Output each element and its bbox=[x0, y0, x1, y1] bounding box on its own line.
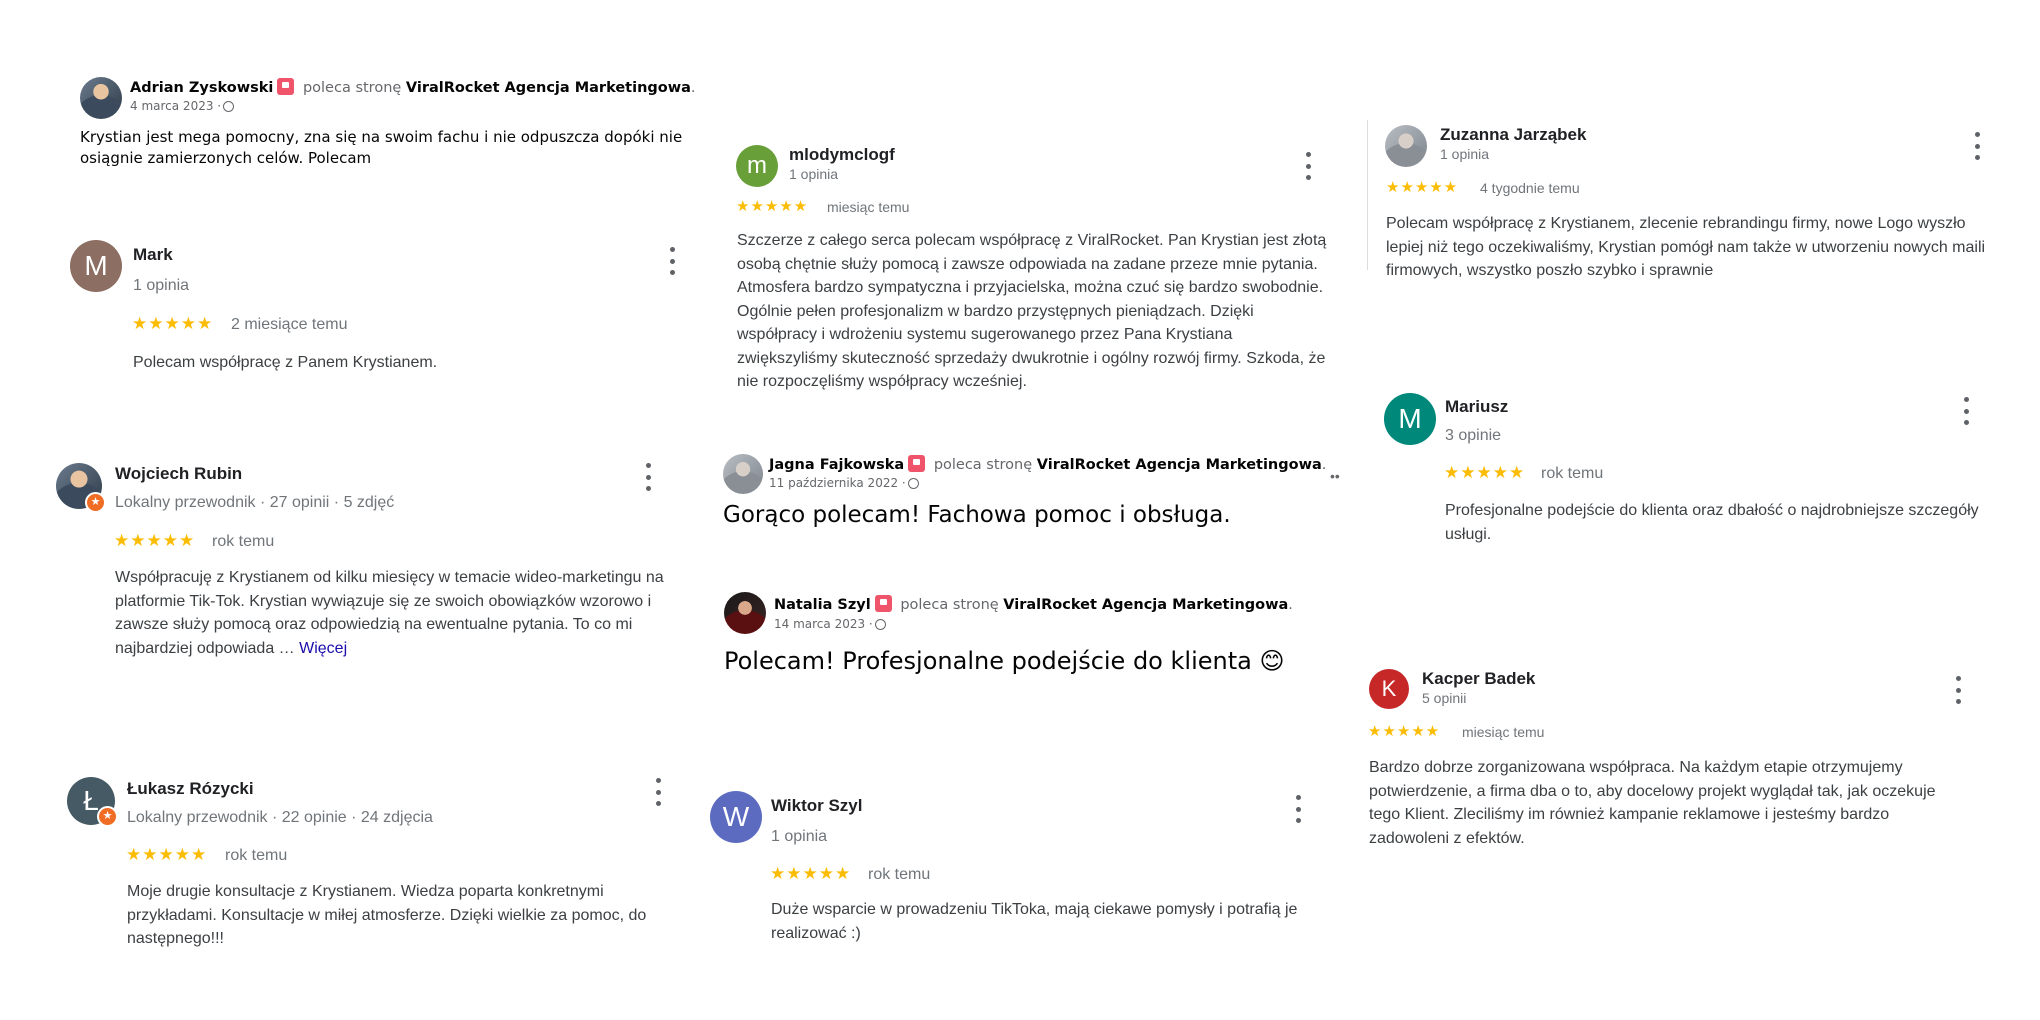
recommend-icon bbox=[874, 595, 892, 612]
avatar[interactable]: m bbox=[736, 145, 778, 187]
more-options-icon[interactable] bbox=[648, 778, 668, 806]
globe-icon bbox=[907, 478, 919, 489]
divider bbox=[1367, 120, 1368, 270]
review-text: Moje drugie konsultacje z Krystianem. Wi… bbox=[127, 883, 647, 947]
reviewer-meta: Lokalny przewodnik · 27 opinii · 5 zdjęć bbox=[115, 494, 395, 511]
reviewer-name[interactable]: Mariusz bbox=[1445, 397, 1508, 417]
star-rating: ★★★★★ bbox=[736, 198, 809, 215]
reviewer-name[interactable]: Łukasz Rózycki bbox=[127, 779, 254, 799]
review-count: 5 opinii bbox=[1422, 690, 1467, 706]
action-text: poleca stronę bbox=[302, 80, 402, 96]
review-time: 2 miesiące temu bbox=[231, 316, 348, 333]
star-rating: ★★★★★ bbox=[126, 845, 208, 864]
review-text: Polecam! Profesjonalne podejście do klie… bbox=[724, 647, 1285, 675]
reviewer-name[interactable]: Adrian Zyskowski bbox=[130, 80, 273, 96]
avatar[interactable] bbox=[723, 454, 763, 494]
reviewer-name[interactable]: Wojciech Rubin bbox=[115, 464, 242, 484]
reviewer-name[interactable]: Kacper Badek bbox=[1422, 669, 1535, 689]
avatar[interactable]: M bbox=[70, 240, 122, 292]
avatar[interactable]: K bbox=[1369, 669, 1409, 709]
page-link[interactable]: ViralRocket Agencja Marketingowa bbox=[1037, 457, 1322, 473]
globe-icon bbox=[223, 101, 235, 112]
review-text: Szczerze z całego serca polecam współpra… bbox=[737, 232, 1327, 390]
local-guide-badge-icon: ★ bbox=[85, 492, 106, 513]
recommend-icon bbox=[277, 78, 295, 95]
review-text: Gorąco polecam! Fachowa pomoc i obsługa. bbox=[723, 502, 1231, 528]
more-options-icon[interactable] bbox=[1948, 676, 1968, 704]
more-options-icon[interactable]: •• bbox=[1330, 468, 1340, 484]
review-time: rok temu bbox=[212, 533, 275, 550]
action-text: poleca stronę bbox=[933, 457, 1033, 473]
reviewer-name[interactable]: Wiktor Szyl bbox=[771, 796, 862, 816]
review-date[interactable]: 4 marca 2023 · bbox=[130, 99, 221, 113]
review-time: 4 tygodnie temu bbox=[1480, 180, 1580, 196]
review-text: Profesjonalne podejście do klienta oraz … bbox=[1445, 502, 1979, 543]
review-date[interactable]: 11 października 2022 · bbox=[769, 476, 906, 490]
show-more-link[interactable]: Więcej bbox=[299, 640, 347, 657]
reviewer-name[interactable]: mlodymclogf bbox=[789, 145, 895, 165]
reviewer-name[interactable]: Jagna Fajkowska bbox=[769, 457, 904, 473]
review-count: 3 opinie bbox=[1445, 427, 1502, 444]
reviewer-name[interactable]: Mark bbox=[133, 245, 173, 265]
avatar[interactable]: M bbox=[1384, 393, 1436, 445]
review-count: 1 opinia bbox=[771, 828, 828, 845]
review-text: Polecam współpracę z Panem Krystianem. bbox=[133, 354, 438, 371]
star-rating: ★★★★★ bbox=[1444, 463, 1526, 482]
review-count: 1 opinia bbox=[789, 166, 839, 182]
star-rating: ★★★★★ bbox=[770, 864, 852, 883]
review-time: rok temu bbox=[225, 847, 288, 864]
review-text: Duże wsparcie w prowadzeniu TikToka, maj… bbox=[771, 901, 1298, 942]
review-time: miesiąc temu bbox=[1462, 724, 1545, 740]
review-text: Współpracuję z Krystianem od kilku miesi… bbox=[115, 569, 664, 657]
action-text: poleca stronę bbox=[900, 597, 999, 613]
avatar[interactable] bbox=[80, 77, 122, 119]
avatar[interactable] bbox=[1385, 125, 1427, 167]
reviewer-name[interactable]: Zuzanna Jarząbek bbox=[1440, 125, 1586, 145]
more-options-icon[interactable] bbox=[662, 247, 682, 275]
review-text: Bardzo dobrze zorganizowana współpraca. … bbox=[1369, 759, 1936, 847]
review-text: Polecam współpracę z Krystianem, zleceni… bbox=[1386, 215, 1986, 279]
more-options-icon[interactable] bbox=[1298, 152, 1318, 180]
star-rating: ★★★★★ bbox=[1368, 723, 1441, 740]
more-options-icon[interactable] bbox=[1967, 132, 1987, 160]
globe-icon bbox=[874, 619, 886, 630]
more-options-icon[interactable] bbox=[638, 463, 658, 491]
review-date[interactable]: 14 marca 2023 · bbox=[774, 617, 873, 631]
local-guide-badge-icon: ★ bbox=[97, 806, 118, 827]
star-rating: ★★★★★ bbox=[132, 314, 214, 333]
review-text: Krystian jest mega pomocny, zna się na s… bbox=[80, 128, 683, 167]
review-count: 1 opinia bbox=[133, 277, 190, 294]
avatar[interactable]: W bbox=[710, 791, 762, 843]
star-rating: ★★★★★ bbox=[114, 531, 196, 550]
recommend-icon bbox=[908, 455, 926, 472]
review-count: 1 opinia bbox=[1440, 146, 1490, 162]
reviewer-meta: Lokalny przewodnik · 22 opinie · 24 zdję… bbox=[127, 809, 433, 826]
avatar[interactable] bbox=[724, 592, 766, 634]
review-time: rok temu bbox=[1541, 465, 1604, 482]
star-rating: ★★★★★ bbox=[1386, 179, 1459, 196]
page-link[interactable]: ViralRocket Agencja Marketingowa bbox=[406, 80, 691, 96]
reviewer-name[interactable]: Natalia Szyl bbox=[774, 597, 871, 613]
more-options-icon[interactable] bbox=[1288, 795, 1308, 823]
more-options-icon[interactable] bbox=[1956, 397, 1976, 425]
review-time: rok temu bbox=[868, 866, 931, 883]
page-link[interactable]: ViralRocket Agencja Marketingowa bbox=[1003, 597, 1288, 613]
review-time: miesiąc temu bbox=[827, 199, 910, 215]
